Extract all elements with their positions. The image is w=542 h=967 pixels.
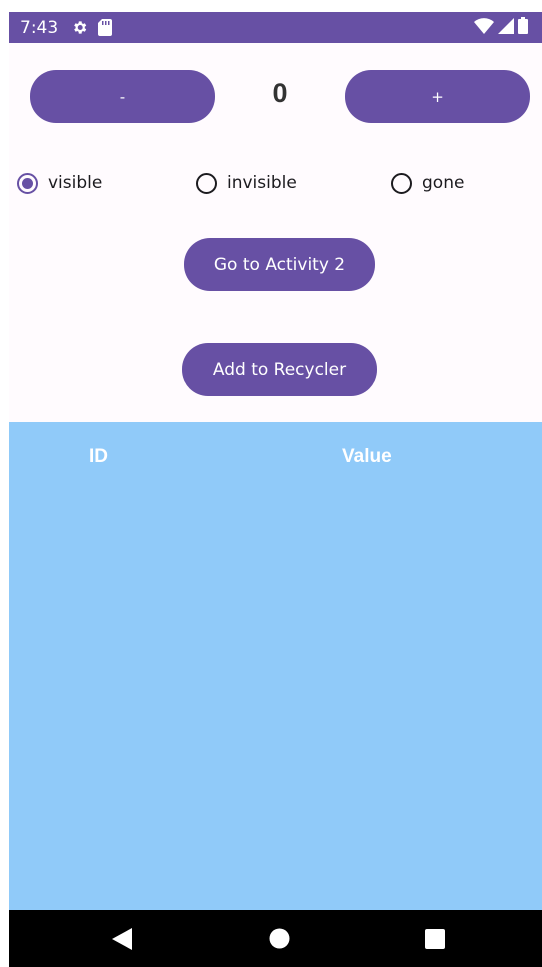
- navigation-bar: [9, 910, 542, 967]
- radio-gone[interactable]: gone: [391, 168, 464, 198]
- radio-invisible-label: invisible: [227, 173, 297, 193]
- radio-checked-icon: [17, 172, 38, 194]
- recycler-list[interactable]: ID Value: [9, 422, 542, 910]
- increment-button[interactable]: +: [345, 70, 530, 123]
- column-header-value: Value: [342, 446, 392, 467]
- counter-value: 0: [272, 78, 288, 108]
- battery-icon: [518, 17, 528, 38]
- radio-unchecked-icon: [391, 172, 412, 194]
- status-right-icons: [474, 17, 528, 38]
- radio-visible-label: visible: [48, 173, 103, 193]
- status-time: 7:43: [20, 17, 59, 38]
- radio-gone-label: gone: [422, 173, 465, 193]
- gear-icon: [71, 19, 88, 36]
- signal-icon: [498, 17, 514, 38]
- status-bar: 7:43: [9, 12, 542, 43]
- back-icon[interactable]: [112, 910, 132, 967]
- recents-icon[interactable]: [425, 910, 445, 967]
- go-to-activity-2-button[interactable]: Go to Activity 2: [184, 238, 375, 291]
- sd-card-icon: [98, 19, 113, 36]
- decrement-button[interactable]: -: [30, 70, 215, 123]
- radio-invisible[interactable]: invisible: [196, 168, 297, 198]
- wifi-icon: [474, 17, 494, 38]
- radio-visible[interactable]: visible: [17, 168, 102, 198]
- add-to-recycler-button[interactable]: Add to Recycler: [182, 343, 377, 396]
- home-icon[interactable]: [269, 910, 290, 967]
- column-header-id: ID: [89, 446, 108, 467]
- app-screen: 7:43 - 0 + visible invisible gone Go to …: [9, 12, 542, 967]
- radio-unchecked-icon: [196, 172, 217, 194]
